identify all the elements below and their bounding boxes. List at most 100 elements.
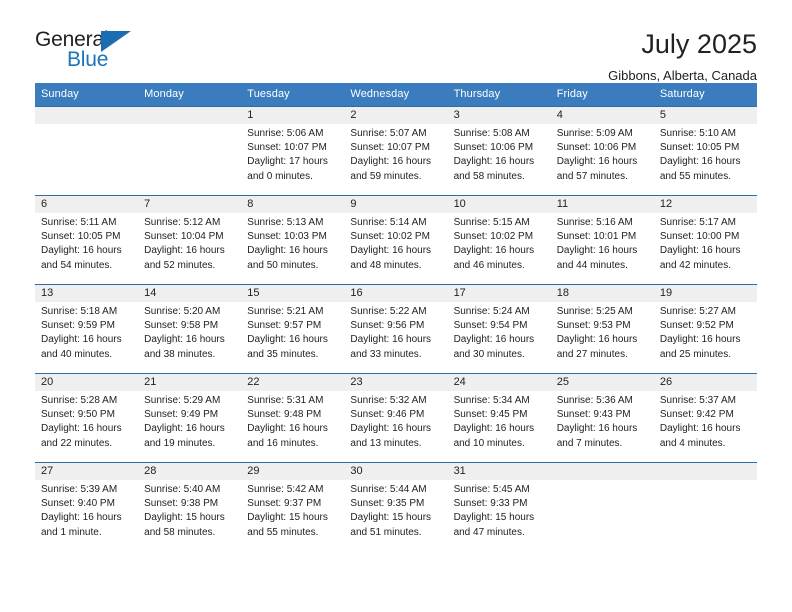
sunrise-text: Sunrise: 5:42 AM xyxy=(247,484,324,495)
daylight-text-cont: and 38 minutes. xyxy=(144,348,216,360)
day-cell[interactable]: Sunrise: 5:08 AM Sunset: 10:06 PM Daylig… xyxy=(448,124,551,195)
week-daynumber-band: 6 7 8 9 10 11 12 xyxy=(35,196,757,213)
sunset-text: Sunset: 10:04 PM xyxy=(144,231,224,243)
daylight-text-cont: and 16 minutes. xyxy=(247,437,319,449)
daylight-text-cont: and 55 minutes. xyxy=(659,170,732,182)
logo-text-blue: Blue xyxy=(67,48,109,71)
daylight-text-cont: and 51 minutes. xyxy=(350,526,422,538)
sunrise-text: Sunrise: 5:17 AM xyxy=(659,217,736,228)
daylight-text-cont: and 25 minutes. xyxy=(659,348,732,360)
sunrise-text: Sunrise: 5:06 AM xyxy=(247,128,324,139)
daylight-text-cont: and 1 minute. xyxy=(41,526,102,538)
day-cell[interactable]: Sunrise: 5:45 AM Sunset: 9:33 PM Dayligh… xyxy=(448,480,551,551)
daylight-text: Daylight: 16 hours xyxy=(41,245,122,257)
day-cell[interactable]: Sunrise: 5:10 AM Sunset: 10:05 PM Daylig… xyxy=(654,124,757,195)
day-cell[interactable]: Sunrise: 5:11 AM Sunset: 10:05 PM Daylig… xyxy=(35,213,138,284)
weekday-header-wednesday: Wednesday xyxy=(350,88,410,100)
sunset-text: Sunset: 9:35 PM xyxy=(350,498,425,510)
day-cell[interactable]: Sunrise: 5:32 AM Sunset: 9:46 PM Dayligh… xyxy=(344,391,447,462)
sunset-text: Sunset: 10:03 PM xyxy=(247,231,327,243)
day-cell[interactable]: Sunrise: 5:18 AM Sunset: 9:59 PM Dayligh… xyxy=(35,302,138,373)
day-cell[interactable]: Sunrise: 5:21 AM Sunset: 9:57 PM Dayligh… xyxy=(241,302,344,373)
day-cell[interactable]: Sunrise: 5:31 AM Sunset: 9:48 PM Dayligh… xyxy=(241,391,344,462)
day-cell[interactable]: Sunrise: 5:22 AM Sunset: 9:56 PM Dayligh… xyxy=(344,302,447,373)
daylight-text-cont: and 10 minutes. xyxy=(453,437,525,449)
sunrise-text: Sunrise: 5:45 AM xyxy=(453,484,530,495)
sunrise-text: Sunrise: 5:29 AM xyxy=(144,395,221,406)
day-cell[interactable]: Sunrise: 5:20 AM Sunset: 9:58 PM Dayligh… xyxy=(138,302,241,373)
day-cell[interactable]: Sunrise: 5:14 AM Sunset: 10:02 PM Daylig… xyxy=(344,213,447,284)
day-number: 15 xyxy=(247,287,260,299)
day-cell[interactable]: Sunrise: 5:17 AM Sunset: 10:00 PM Daylig… xyxy=(654,213,757,284)
sunset-text: Sunset: 10:02 PM xyxy=(453,231,534,243)
day-cell[interactable]: Sunrise: 5:44 AM Sunset: 9:35 PM Dayligh… xyxy=(344,480,447,551)
week-row: 27 28 29 30 31 Sunrise: 5:39 AM Sunset: … xyxy=(35,462,757,551)
day-cell[interactable]: Sunrise: 5:28 AM Sunset: 9:50 PM Dayligh… xyxy=(35,391,138,462)
daylight-text: Daylight: 16 hours xyxy=(556,156,638,168)
day-cell[interactable]: Sunrise: 5:13 AM Sunset: 10:03 PM Daylig… xyxy=(241,213,344,284)
sunrise-text: Sunrise: 5:16 AM xyxy=(556,217,633,228)
day-number: 13 xyxy=(41,287,54,299)
sunrise-text: Sunrise: 5:32 AM xyxy=(350,395,427,406)
day-cell[interactable]: Sunrise: 5:34 AM Sunset: 9:45 PM Dayligh… xyxy=(448,391,551,462)
day-cell[interactable]: Sunrise: 5:37 AM Sunset: 9:42 PM Dayligh… xyxy=(654,391,757,462)
week-detail-row: Sunrise: 5:39 AM Sunset: 9:40 PM Dayligh… xyxy=(35,480,757,551)
day-cell[interactable]: Sunrise: 5:15 AM Sunset: 10:02 PM Daylig… xyxy=(448,213,551,284)
week-detail-row: Sunrise: 5:06 AM Sunset: 10:07 PM Daylig… xyxy=(35,124,757,195)
week-detail-row: Sunrise: 5:18 AM Sunset: 9:59 PM Dayligh… xyxy=(35,302,757,373)
day-cell[interactable]: Sunrise: 5:16 AM Sunset: 10:01 PM Daylig… xyxy=(551,213,654,284)
day-cell[interactable]: Sunrise: 5:42 AM Sunset: 9:37 PM Dayligh… xyxy=(241,480,344,551)
sunset-text: Sunset: 10:01 PM xyxy=(556,231,637,243)
day-cell[interactable]: Sunrise: 5:06 AM Sunset: 10:07 PM Daylig… xyxy=(241,124,344,195)
day-cell[interactable]: Sunrise: 5:12 AM Sunset: 10:04 PM Daylig… xyxy=(138,213,241,284)
sunrise-text: Sunrise: 5:14 AM xyxy=(350,217,427,228)
daylight-text: Daylight: 15 hours xyxy=(453,512,535,524)
day-cell[interactable]: Sunrise: 5:27 AM Sunset: 9:52 PM Dayligh… xyxy=(654,302,757,373)
day-cell[interactable] xyxy=(35,124,138,195)
daylight-text: Daylight: 16 hours xyxy=(247,423,328,435)
daylight-text-cont: and 58 minutes. xyxy=(144,526,216,538)
day-number: 30 xyxy=(350,465,363,477)
day-number: 27 xyxy=(41,465,54,477)
sunrise-text: Sunrise: 5:34 AM xyxy=(453,395,530,406)
day-cell[interactable] xyxy=(551,480,654,551)
day-cell[interactable]: Sunrise: 5:25 AM Sunset: 9:53 PM Dayligh… xyxy=(551,302,654,373)
day-number: 10 xyxy=(453,198,466,210)
title-block: July 2025 Gibbons, Alberta, Canada xyxy=(608,28,757,86)
daylight-text-cont: and 30 minutes. xyxy=(453,348,525,360)
daylight-text-cont: and 58 minutes. xyxy=(453,170,525,182)
day-cell[interactable] xyxy=(138,124,241,195)
week-daynumber-band: 13 14 15 16 17 18 19 xyxy=(35,285,757,302)
day-number: 20 xyxy=(41,376,54,388)
sunset-text: Sunset: 9:54 PM xyxy=(453,320,528,332)
day-number: 18 xyxy=(556,287,569,299)
sunrise-text: Sunrise: 5:10 AM xyxy=(659,128,736,139)
day-number: 5 xyxy=(659,109,666,121)
day-cell[interactable] xyxy=(654,480,757,551)
day-cell[interactable]: Sunrise: 5:07 AM Sunset: 10:07 PM Daylig… xyxy=(344,124,447,195)
weekday-header-friday: Friday xyxy=(556,88,588,100)
sunrise-text: Sunrise: 5:18 AM xyxy=(41,306,118,317)
sunrise-text: Sunrise: 5:27 AM xyxy=(659,306,736,317)
sunset-text: Sunset: 10:02 PM xyxy=(350,231,430,243)
sunset-text: Sunset: 9:49 PM xyxy=(144,409,219,421)
daylight-text-cont: and 48 minutes. xyxy=(350,259,422,271)
day-cell[interactable]: Sunrise: 5:09 AM Sunset: 10:06 PM Daylig… xyxy=(551,124,654,195)
daylight-text: Daylight: 16 hours xyxy=(659,334,741,346)
daylight-text: Daylight: 16 hours xyxy=(41,423,122,435)
daylight-text: Daylight: 16 hours xyxy=(556,423,638,435)
day-number: 1 xyxy=(247,109,254,121)
sunrise-text: Sunrise: 5:36 AM xyxy=(556,395,633,406)
day-cell[interactable]: Sunrise: 5:39 AM Sunset: 9:40 PM Dayligh… xyxy=(35,480,138,551)
daylight-text: Daylight: 16 hours xyxy=(350,156,432,168)
day-cell[interactable]: Sunrise: 5:36 AM Sunset: 9:43 PM Dayligh… xyxy=(551,391,654,462)
day-cell[interactable]: Sunrise: 5:24 AM Sunset: 9:54 PM Dayligh… xyxy=(448,302,551,373)
sunrise-text: Sunrise: 5:37 AM xyxy=(659,395,736,406)
generalblue-logo[interactable]: General Blue xyxy=(35,28,140,74)
day-cell[interactable]: Sunrise: 5:40 AM Sunset: 9:38 PM Dayligh… xyxy=(138,480,241,551)
sunrise-text: Sunrise: 5:13 AM xyxy=(247,217,324,228)
day-cell[interactable]: Sunrise: 5:29 AM Sunset: 9:49 PM Dayligh… xyxy=(138,391,241,462)
sunset-text: Sunset: 10:07 PM xyxy=(350,142,430,154)
daylight-text: Daylight: 16 hours xyxy=(556,334,638,346)
page-header: General Blue July 2025 Gibbons, Alberta,… xyxy=(35,0,757,83)
